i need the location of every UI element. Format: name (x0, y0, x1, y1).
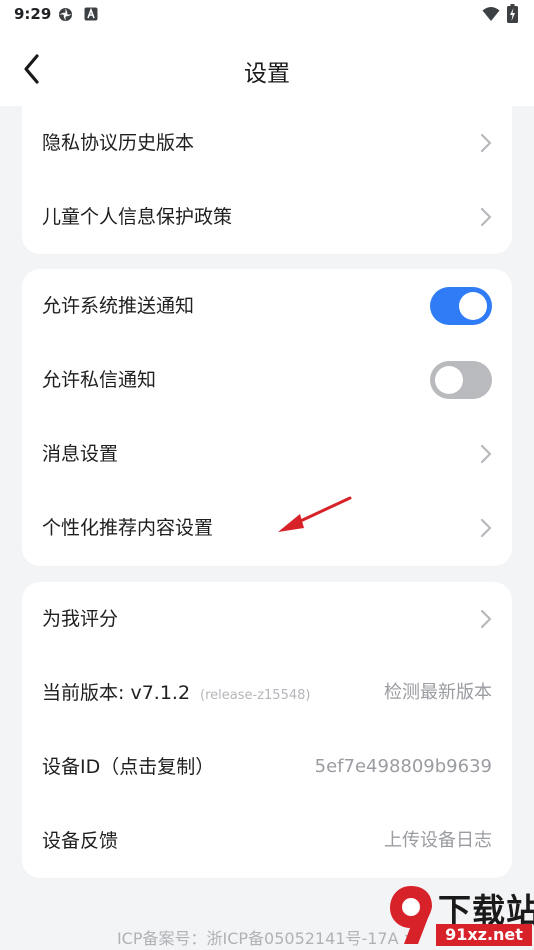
row-label: 设备ID（点击复制） (42, 756, 215, 778)
toggle-knob (459, 292, 487, 320)
pinwheel-icon (58, 7, 73, 22)
row-label: 允许系统推送通知 (42, 295, 195, 317)
row-label: 设备反馈 (42, 830, 119, 852)
chevron-right-icon (480, 518, 492, 538)
check-update-button[interactable]: 检测最新版本 (384, 656, 492, 730)
row-system-push: 允许系统推送通知 (22, 269, 512, 343)
watermark-domain: 91xz.net (436, 924, 532, 946)
row-personalized-recommendation[interactable]: 个性化推荐内容设置 (22, 491, 512, 565)
status-time: 9:29 (14, 5, 52, 23)
row-device-id[interactable]: 设备ID（点击复制） 5ef7e498809b9639 (22, 730, 512, 804)
card-legal: 隐私协议历史版本 儿童个人信息保护政策 (22, 106, 512, 254)
row-label: 消息设置 (42, 443, 119, 465)
toggle-knob (435, 366, 463, 394)
app-a-icon (84, 7, 98, 21)
row-label: 允许私信通知 (42, 369, 157, 391)
card-notifications: 允许系统推送通知 允许私信通知 消息设置 个性化推荐内容设置 (22, 269, 512, 566)
chevron-right-icon (480, 609, 492, 629)
wifi-icon (482, 7, 500, 21)
nav-bar: 设置 (0, 30, 534, 106)
version-label: 当前版本: v7.1.2 (release-z15548) (42, 656, 310, 733)
row-current-version: 当前版本: v7.1.2 (release-z15548) 检测最新版本 (22, 656, 512, 730)
row-label: 隐私协议历史版本 (42, 132, 195, 154)
private-message-toggle[interactable] (430, 361, 492, 399)
row-private-message-notify: 允许私信通知 (22, 343, 512, 417)
chevron-right-icon (480, 133, 492, 153)
row-label: 为我评分 (42, 608, 119, 630)
chevron-right-icon (480, 207, 492, 227)
release-tag: (release-z15548) (200, 688, 311, 703)
row-label: 个性化推荐内容设置 (42, 517, 214, 539)
version-number: v7.1.2 (130, 682, 191, 704)
version-label-text: 当前版本: (42, 682, 125, 704)
watermark: 下载站 91xz.net (384, 880, 534, 950)
upload-log-button[interactable]: 上传设备日志 (384, 804, 492, 878)
row-label: 儿童个人信息保护政策 (42, 206, 233, 228)
row-device-feedback: 设备反馈 上传设备日志 (22, 804, 512, 878)
row-rate-us[interactable]: 为我评分 (22, 582, 512, 656)
system-push-toggle[interactable] (430, 287, 492, 325)
card-about: 为我评分 当前版本: v7.1.2 (release-z15548) 检测最新版本… (22, 582, 512, 878)
page-title: 设置 (244, 61, 290, 87)
row-child-privacy-policy[interactable]: 儿童个人信息保护政策 (22, 180, 512, 254)
status-bar: 9:29 (0, 0, 534, 30)
chevron-right-icon (480, 444, 492, 464)
device-id-value: 5ef7e498809b9639 (314, 756, 492, 777)
watermark-logo-icon (390, 886, 432, 944)
battery-charging-icon (507, 4, 518, 23)
row-message-settings[interactable]: 消息设置 (22, 417, 512, 491)
row-privacy-history[interactable]: 隐私协议历史版本 (22, 106, 512, 180)
